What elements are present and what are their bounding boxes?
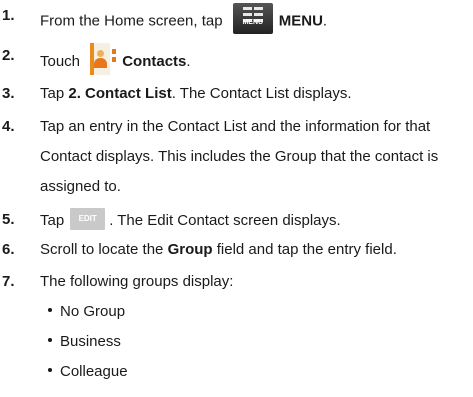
step-number: 5.: [2, 211, 15, 228]
step-text: Scroll to locate the Group field and tap…: [40, 240, 469, 260]
group-name: Colleague: [60, 363, 128, 380]
step-text-bold: Group: [167, 241, 213, 258]
step-number: 4.: [2, 118, 15, 135]
step-number: 6.: [2, 241, 15, 258]
group-name: Business: [60, 333, 121, 350]
step-text: Tap EDIT. The Edit Contact screen display…: [40, 208, 469, 232]
step-number: 1.: [2, 7, 15, 24]
step-text: Tap an entry in the Contact List and the…: [40, 118, 439, 195]
instruction-page: 1. From the Home screen, tap MENU MENU . …: [0, 0, 473, 397]
step-text-post: .: [322, 12, 328, 30]
step-text-pre: Tap: [40, 211, 65, 229]
step-text-pre: Touch: [40, 52, 81, 70]
step-text-bold: Contacts: [122, 52, 187, 70]
step-text-post: field and tap the entry field.: [212, 241, 397, 258]
group-list-item: Colleague: [48, 362, 128, 382]
step-text-bold: 2. Contact List: [68, 85, 172, 102]
bullet-icon: [48, 338, 52, 343]
group-list-item: No Group: [48, 302, 125, 322]
step-text-post: . The Contact List displays.: [171, 85, 352, 102]
bullet-icon: [48, 308, 52, 313]
step-text-bold: MENU: [278, 12, 323, 30]
step-text: Tap 2. Contact List. The Contact List di…: [40, 84, 469, 104]
group-list-item: Business: [48, 332, 121, 352]
step-text: The following groups display:: [40, 273, 234, 290]
menu-icon-label: MENU: [242, 19, 264, 26]
group-name: No Group: [60, 303, 126, 320]
step-number: 7.: [2, 273, 15, 290]
menu-icon: MENU: [232, 3, 273, 34]
step-text: Touch Contacts.: [40, 43, 469, 78]
step-text-post: . The Edit Contact screen displays.: [109, 211, 341, 229]
step-text-pre: Scroll to locate the: [40, 241, 168, 258]
step-text-pre: From the Home screen, tap: [40, 12, 223, 30]
contacts-icon: [88, 43, 117, 75]
step-number: 2.: [2, 47, 15, 64]
step-text-post: .: [186, 52, 191, 70]
bullet-icon: [48, 368, 52, 373]
step-number: 3.: [2, 85, 15, 102]
edit-button-icon: EDIT: [70, 208, 106, 230]
step-text: From the Home screen, tap MENU MENU.: [40, 3, 469, 37]
step-text-pre: Tap: [40, 85, 69, 102]
